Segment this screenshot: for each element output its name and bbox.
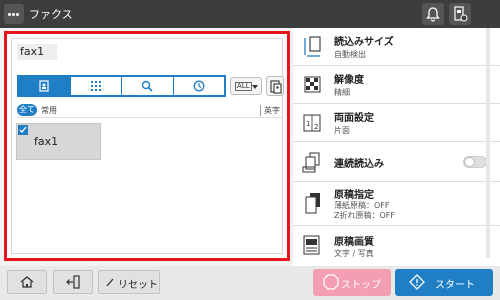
bottom-bar: リセット ストップ スタート [0,266,500,300]
original-type-icon [305,193,320,214]
continuous-scan-icon [302,152,320,173]
setting-title: 解像度 [334,75,364,86]
setting-value: 自動検出 [334,50,366,59]
history-clock-icon [193,80,205,92]
setting-value: 精細 [334,88,350,97]
tab-search[interactable] [122,77,174,95]
setting-image-quality[interactable]: 原稿画質 文字 / 写真 [293,226,500,266]
svg-text:1: 1 [306,120,310,128]
duplex-icon: 1 2 [303,114,321,132]
filter-common-chip[interactable]: 常用 [41,105,57,116]
settings-panel: 読込みサイズ 自動検出 解像度 精細 1 2 両面設定 片面 連続読込み 原稿指… [293,28,500,266]
destination-entry-name: fax1 [34,135,59,148]
menu-button[interactable] [4,4,24,24]
checkbox-checked-icon [18,125,28,135]
app-title: ファクス [29,8,73,21]
numeric-keypad-icon [90,81,101,91]
pencil-icon [106,278,114,287]
tab-history[interactable] [173,77,224,95]
search-icon [142,80,153,92]
stop-icon [323,274,339,290]
setting-continuous-scan[interactable]: 連続読込み [293,142,500,182]
device-status-button[interactable] [449,3,471,25]
setting-scan-size[interactable]: 読込みサイズ 自動検出 [293,28,500,66]
destination-panel-inner: fax1 ALL 全て 常用 英字 fax1 [11,38,284,254]
setting-value: 文字 / 写真 [334,249,374,258]
home-icon [20,276,34,288]
image-quality-icon [303,235,320,255]
sort-select-value: ALL [235,82,252,91]
filter-all-chip[interactable]: 全て [17,104,37,116]
setting-title: 原稿指定 [334,190,374,201]
device-status-icon [454,6,468,22]
bell-icon [426,7,440,22]
logout-button[interactable] [53,270,93,294]
setting-value-secondary: Z折れ原稿：OFF [334,211,395,220]
destination-panel: fax1 ALL 全て 常用 英字 fax1 [4,31,290,261]
address-book-icon [39,80,49,92]
sort-select[interactable]: ALL [230,77,262,95]
setting-resolution[interactable]: 解像度 精細 [293,66,500,104]
continuous-scan-toggle[interactable] [463,156,487,168]
logout-icon [66,275,80,289]
toggle-knob [464,157,475,167]
reset-button[interactable]: リセット [98,270,160,294]
destination-tabs [17,75,226,97]
home-button[interactable] [7,270,47,294]
stop-label: ストップ [341,280,381,291]
tab-address-book[interactable] [19,77,71,95]
setting-duplex[interactable]: 1 2 両面設定 片面 [293,104,500,142]
svg-text:2: 2 [314,123,318,131]
tab-numeric-keypad[interactable] [70,77,122,95]
start-button[interactable]: スタート [395,269,493,296]
top-bar: ファクス [0,0,500,28]
setting-title: 両面設定 [334,113,374,124]
index-alphabet-button[interactable]: 英字 [260,105,280,116]
address-detail-button[interactable] [266,76,284,96]
setting-title: 原稿画質 [334,237,374,248]
more-dots-icon [8,13,20,16]
setting-value: 片面 [334,126,350,135]
index-filter-row: 全て 常用 英字 [17,104,282,118]
destination-field[interactable]: fax1 [17,44,57,60]
setting-title: 連続読込み [334,159,384,170]
stop-button[interactable]: ストップ [313,269,391,296]
destination-entry[interactable]: fax1 [16,123,101,160]
notification-button[interactable] [422,3,444,25]
setting-title: 読込みサイズ [334,37,394,48]
scan-size-icon [304,36,321,57]
setting-original-type[interactable]: 原稿指定 薄紙原稿：OFF Z折れ原稿：OFF [293,182,500,226]
reset-label: リセット [118,280,158,291]
settings-scrollbar[interactable] [486,28,490,258]
start-icon [409,274,425,290]
start-label: スタート [435,280,475,291]
resolution-icon [304,76,321,93]
chevron-down-icon [252,85,258,89]
address-detail-icon [270,80,282,94]
